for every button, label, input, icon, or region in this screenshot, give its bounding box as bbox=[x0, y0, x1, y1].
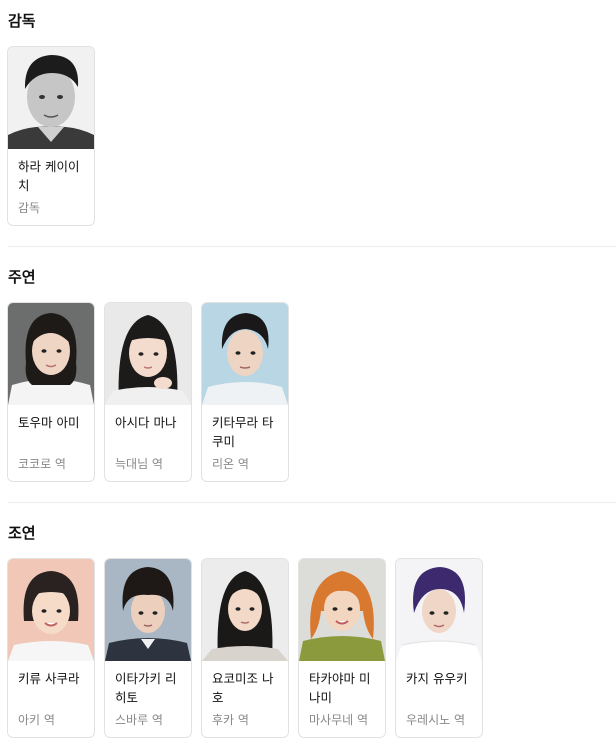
person-photo bbox=[299, 559, 385, 661]
person-photo bbox=[396, 559, 482, 661]
divider bbox=[8, 502, 616, 503]
person-card[interactable]: 아시다 마나 늑대님 역 bbox=[104, 302, 192, 482]
person-card[interactable]: 카지 유우키 우레시노 역 bbox=[395, 558, 483, 738]
person-role: 마사무네 역 bbox=[309, 713, 369, 727]
person-card[interactable]: 하라 케이이치 감독 bbox=[7, 46, 95, 226]
person-role: 스바루 역 bbox=[115, 713, 163, 727]
person-card[interactable]: 키류 사쿠라 아키 역 bbox=[7, 558, 95, 738]
person-name: 요코미조 나호 bbox=[212, 671, 274, 705]
person-role: 리온 역 bbox=[212, 457, 249, 471]
person-card[interactable]: 키타무라 타쿠미 리온 역 bbox=[201, 302, 289, 482]
person-photo bbox=[105, 559, 191, 661]
person-card[interactable]: 토우마 아미 코코로 역 bbox=[7, 302, 95, 482]
person-name: 이타가키 리히토 bbox=[115, 671, 177, 705]
person-name: 하라 케이이치 bbox=[18, 159, 80, 193]
person-role: 감독 bbox=[18, 201, 41, 215]
person-role: 우레시노 역 bbox=[406, 713, 466, 727]
person-photo bbox=[8, 303, 94, 405]
person-photo bbox=[8, 559, 94, 661]
person-name: 키류 사쿠라 bbox=[18, 671, 80, 686]
person-role: 늑대님 역 bbox=[115, 457, 163, 471]
divider bbox=[8, 246, 616, 247]
person-name: 키타무라 타쿠미 bbox=[212, 415, 274, 449]
person-card[interactable]: 요코미조 나호 후카 역 bbox=[201, 558, 289, 738]
person-card[interactable]: 타카야마 미나미 마사무네 역 bbox=[298, 558, 386, 738]
person-role: 아키 역 bbox=[18, 713, 55, 727]
section-title: 주연 bbox=[8, 268, 36, 286]
person-card[interactable]: 이타가키 리히토 스바루 역 bbox=[104, 558, 192, 738]
person-photo bbox=[202, 559, 288, 661]
person-photo bbox=[202, 303, 288, 405]
person-name: 아시다 마나 bbox=[115, 415, 177, 430]
section-title: 감독 bbox=[8, 12, 36, 30]
person-photo bbox=[105, 303, 191, 405]
person-name: 카지 유우키 bbox=[406, 671, 468, 686]
section-title: 조연 bbox=[8, 524, 36, 542]
person-role: 후카 역 bbox=[212, 713, 249, 727]
person-photo bbox=[8, 47, 94, 149]
person-name: 타카야마 미나미 bbox=[309, 671, 371, 705]
person-name: 토우마 아미 bbox=[18, 415, 80, 430]
person-role: 코코로 역 bbox=[18, 457, 66, 471]
